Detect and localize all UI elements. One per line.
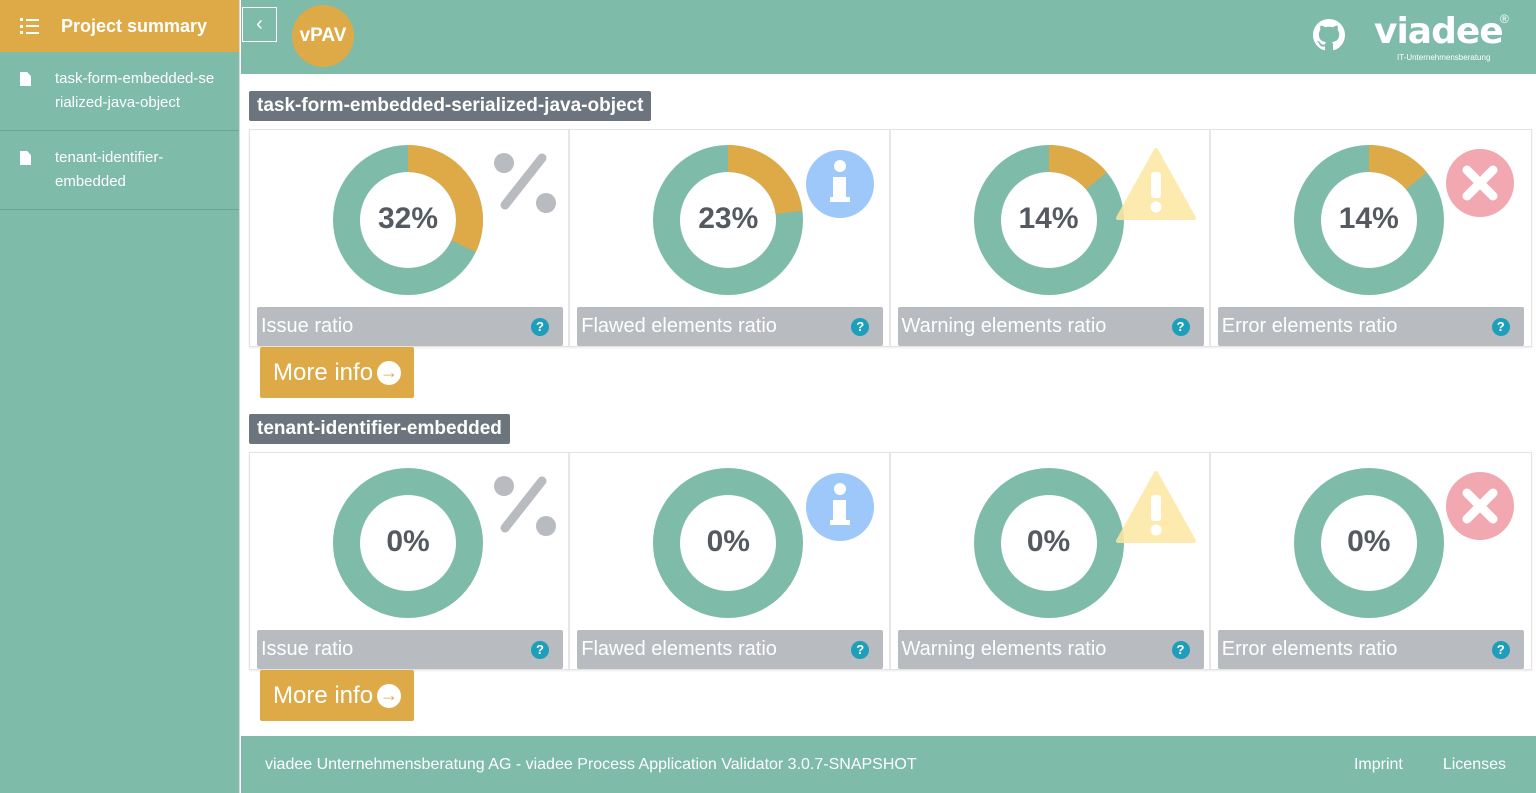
warning-icon <box>1115 471 1196 543</box>
vpav-logo: vPAV <box>292 5 354 67</box>
arrow-right-icon: → <box>377 683 402 708</box>
flawed-elements-label: Flawed elements ratio ? <box>577 630 884 669</box>
sidebar-title: Project summary <box>61 15 208 36</box>
warning-elements-card: 14% Warning elements ratio ? <box>891 130 1211 346</box>
error-elements-value: 0% <box>1347 525 1391 558</box>
warning-elements-value: 0% <box>1026 525 1071 558</box>
card-label: Issue ratio <box>261 315 354 337</box>
error-icon <box>1445 472 1514 540</box>
footer-text: viadee Unternehmensberatung AG - viadee … <box>265 755 917 773</box>
error-elements-label: Error elements ratio ? <box>1217 307 1524 346</box>
sidebar-project-summary[interactable]: Project summary <box>0 0 239 52</box>
help-icon[interactable]: ? <box>851 640 870 659</box>
issue-ratio-value: 0% <box>386 525 430 558</box>
help-icon[interactable]: ? <box>851 317 870 336</box>
sidebar-item-project-2[interactable]: tenant-identifier-embedded <box>0 131 239 210</box>
issue-ratio-label: Issue ratio ? <box>257 307 563 346</box>
main-content: task-form-embedded-serialized-java-objec… <box>249 74 1532 721</box>
brand-name: viadee <box>1374 11 1504 52</box>
help-icon[interactable]: ? <box>1171 640 1190 659</box>
licenses-link[interactable]: Licenses <box>1443 756 1506 774</box>
sidebar: Project summary task-form-embedded-seria… <box>0 0 240 793</box>
flawed-elements-card: 23% Flawed elements ratio ? <box>570 130 891 346</box>
info-icon <box>806 473 875 541</box>
sidebar-item-label: task-form-embedded-serialized-java-objec… <box>55 70 215 111</box>
error-elements-label: Error elements ratio ? <box>1217 630 1524 669</box>
more-info-button[interactable]: More info → <box>260 670 414 721</box>
more-info-label: More info <box>273 681 374 709</box>
card-label: Warning elements ratio <box>901 315 1107 337</box>
arrow-right-icon: → <box>377 360 402 385</box>
collapse-sidebar-button[interactable]: ‹ <box>242 7 277 42</box>
top-bar: ‹ vPAV viadee ® IT-Unternehmensberatung <box>241 0 1536 74</box>
error-elements-value: 14% <box>1338 202 1399 235</box>
imprint-link[interactable]: Imprint <box>1354 756 1403 774</box>
card-label: Error elements ratio <box>1221 638 1398 660</box>
error-elements-card: 14% Error elements ratio ? <box>1211 130 1531 346</box>
card-label: Flawed elements ratio <box>581 315 777 337</box>
error-icon <box>1445 149 1514 217</box>
percent-icon <box>494 476 556 536</box>
flawed-elements-value: 0% <box>706 525 750 558</box>
percent-icon <box>494 153 556 213</box>
brand-subtitle: IT-Unternehmensberatung <box>1397 53 1491 62</box>
footer: viadee Unternehmensberatung AG - viadee … <box>241 736 1536 793</box>
viadee-logo[interactable]: viadee ® IT-Unternehmensberatung <box>1374 8 1509 62</box>
document-icon <box>20 151 31 165</box>
issue-ratio-card: 0% Issue ratio ? <box>250 453 571 669</box>
issue-ratio-value: 32% <box>377 202 439 235</box>
project-title: task-form-embedded-serialized-java-objec… <box>249 91 652 121</box>
info-icon <box>806 150 875 218</box>
chevron-left-icon: ‹ <box>256 13 263 35</box>
warning-elements-label: Warning elements ratio ? <box>897 307 1204 346</box>
project-title: tenant-identifier-embedded <box>249 414 510 444</box>
list-icon <box>20 18 40 34</box>
metric-cards: 32% Issue ratio ? 23% Flawed elements ra… <box>249 129 1532 347</box>
registered-mark: ® <box>1500 12 1509 26</box>
warning-elements-value: 14% <box>1018 202 1079 235</box>
metric-cards: 0% Issue ratio ? 0% Flawed elements rati… <box>249 452 1532 670</box>
github-icon[interactable] <box>1313 19 1345 51</box>
help-icon[interactable]: ? <box>531 640 549 659</box>
card-label: Error elements ratio <box>1221 315 1398 337</box>
warning-elements-card: 0% Warning elements ratio ? <box>891 453 1211 669</box>
warning-elements-label: Warning elements ratio ? <box>897 630 1204 669</box>
card-label: Issue ratio <box>261 638 354 660</box>
flawed-elements-card: 0% Flawed elements ratio ? <box>570 453 891 669</box>
sidebar-item-label: tenant-identifier-embedded <box>55 149 164 190</box>
help-icon[interactable]: ? <box>531 317 549 336</box>
issue-ratio-card: 32% Issue ratio ? <box>250 130 571 346</box>
help-icon[interactable]: ? <box>1491 317 1510 336</box>
flawed-elements-label: Flawed elements ratio ? <box>577 307 884 346</box>
error-elements-card: 0% Error elements ratio ? <box>1211 453 1531 669</box>
help-icon[interactable]: ? <box>1491 640 1510 659</box>
more-info-button[interactable]: More info → <box>260 347 414 398</box>
flawed-elements-value: 23% <box>698 202 759 235</box>
card-label: Warning elements ratio <box>901 638 1107 660</box>
more-info-label: More info <box>273 358 374 386</box>
sidebar-item-project-1[interactable]: task-form-embedded-serialized-java-objec… <box>0 52 239 131</box>
issue-ratio-label: Issue ratio ? <box>257 630 563 669</box>
warning-icon <box>1115 148 1196 220</box>
help-icon[interactable]: ? <box>1171 317 1190 336</box>
card-label: Flawed elements ratio <box>581 638 777 660</box>
document-icon <box>20 72 31 86</box>
